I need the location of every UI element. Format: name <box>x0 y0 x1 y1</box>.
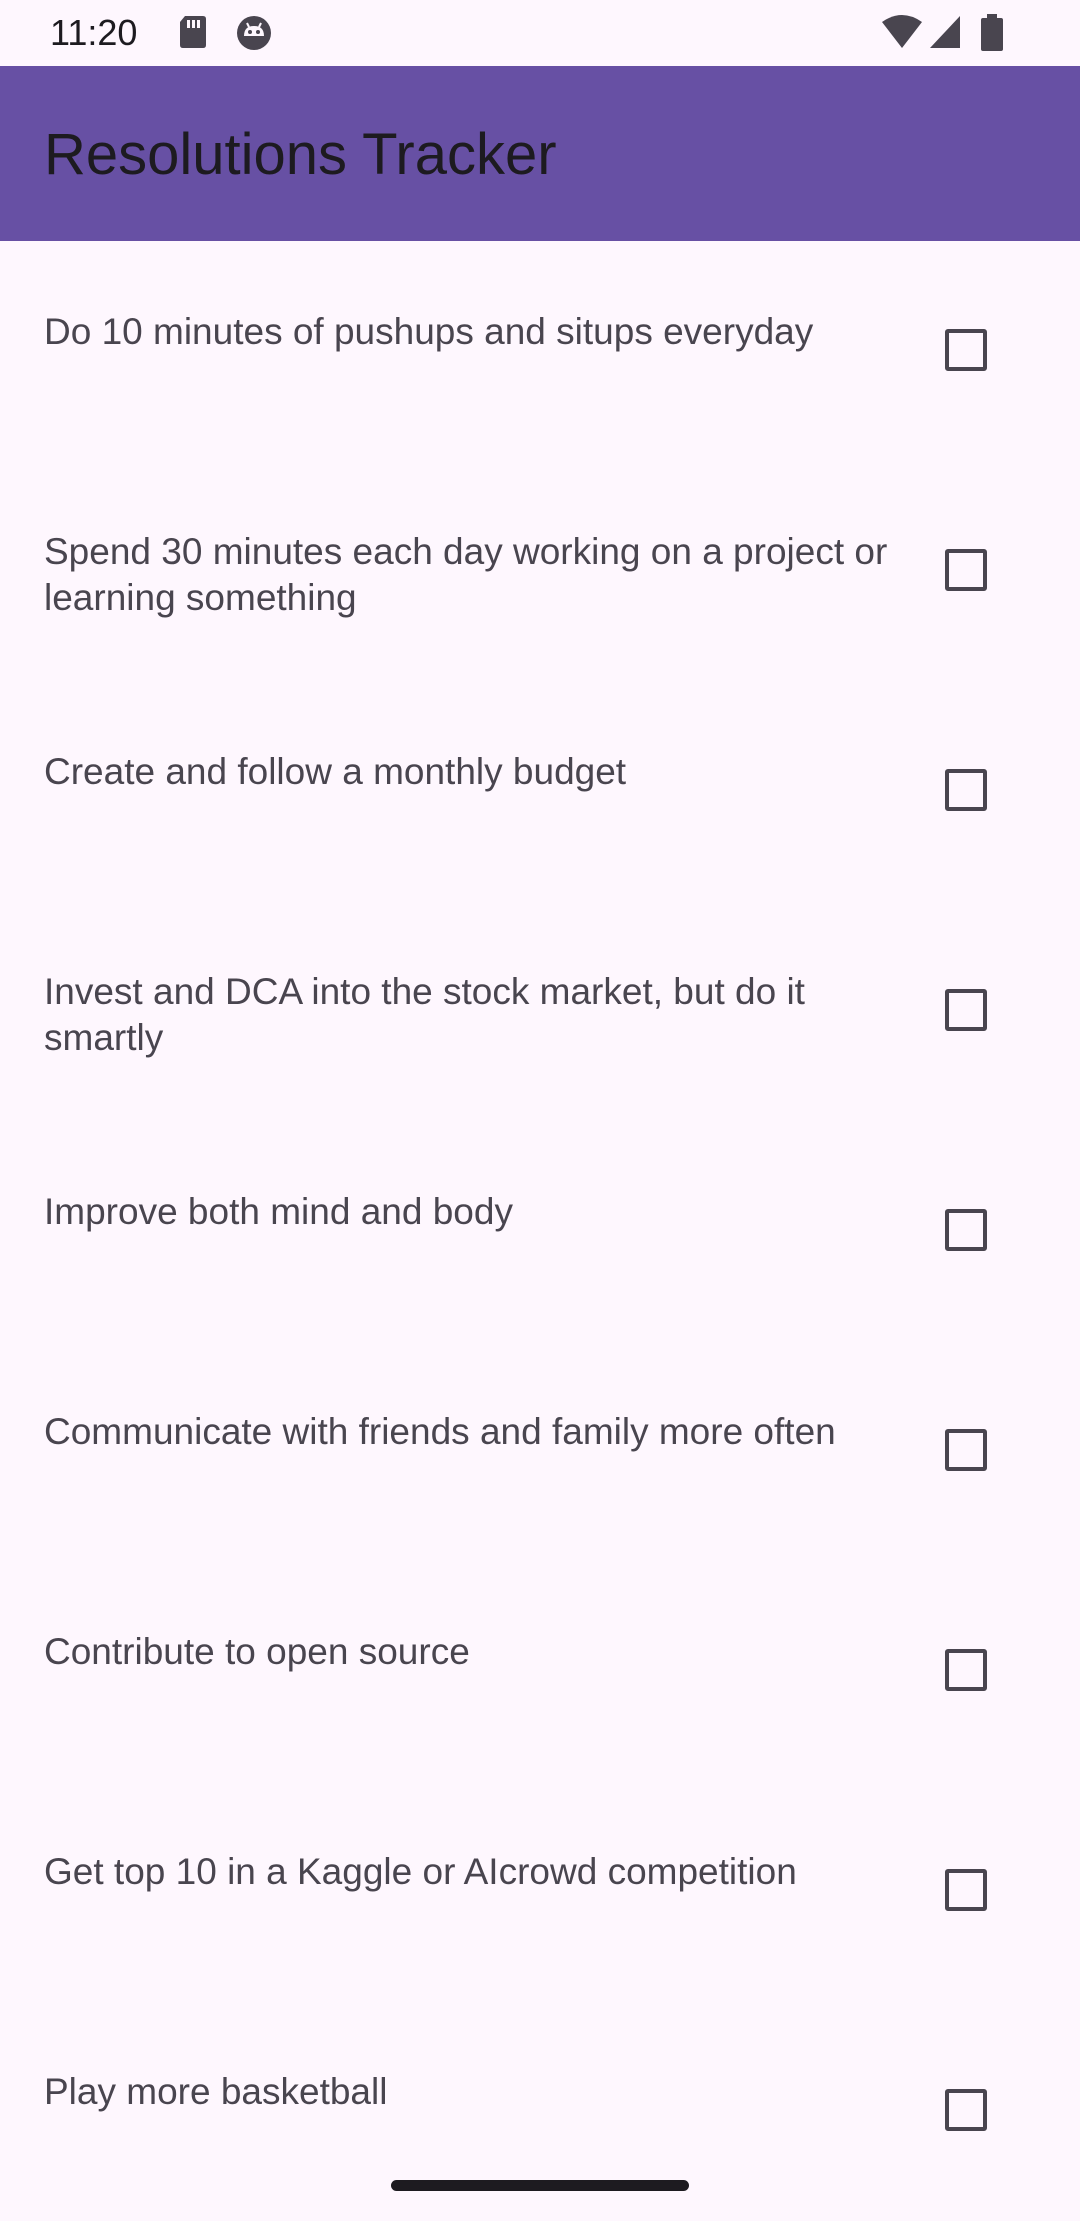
resolution-label: Invest and DCA into the stock market, bu… <box>44 971 805 1058</box>
list-item: Create and follow a monthly budget <box>0 681 1080 901</box>
list-item: Spend 30 minutes each day working on a p… <box>0 461 1080 681</box>
app-title: Resolutions Tracker <box>44 122 557 187</box>
list-item: Get top 10 in a Kaggle or AIcrowd compet… <box>0 1781 1080 2001</box>
app-bar: Resolutions Tracker <box>0 66 1080 241</box>
wifi-icon <box>880 14 924 55</box>
resolution-label: Communicate with friends and family more… <box>44 1411 836 1452</box>
resolution-label: Get top 10 in a Kaggle or AIcrowd compet… <box>44 1851 797 1892</box>
list-item: Improve both mind and body <box>0 1121 1080 1341</box>
battery-icon <box>980 14 1004 57</box>
resolution-label: Do 10 minutes of pushups and situps ever… <box>44 311 814 352</box>
home-indicator[interactable] <box>391 2180 689 2191</box>
resolution-checkbox[interactable] <box>945 549 987 591</box>
signal-icon <box>928 14 962 55</box>
status-time: 11:20 <box>50 12 138 53</box>
list-item: Do 10 minutes of pushups and situps ever… <box>0 241 1080 461</box>
list-item: Communicate with friends and family more… <box>0 1341 1080 1561</box>
resolution-checkbox[interactable] <box>945 329 987 371</box>
resolution-checkbox[interactable] <box>945 769 987 811</box>
resolution-checkbox[interactable] <box>945 1429 987 1471</box>
resolution-label: Contribute to open source <box>44 1631 470 1672</box>
resolution-label: Create and follow a monthly budget <box>44 751 627 792</box>
resolution-label: Spend 30 minutes each day working on a p… <box>44 531 888 618</box>
list-item: Invest and DCA into the stock market, bu… <box>0 901 1080 1121</box>
android-debug-icon <box>235 14 273 57</box>
resolution-checkbox[interactable] <box>945 1209 987 1251</box>
list-item: Contribute to open source <box>0 1561 1080 1781</box>
resolution-label: Play more basketball <box>44 2071 388 2112</box>
status-bar: 11:20 <box>0 0 1080 66</box>
resolution-label: Improve both mind and body <box>44 1191 513 1232</box>
resolution-checkbox[interactable] <box>945 1869 987 1911</box>
sd-card-icon <box>177 14 209 55</box>
resolutions-list: Do 10 minutes of pushups and situps ever… <box>0 241 1080 2221</box>
resolution-checkbox[interactable] <box>945 2089 987 2131</box>
resolution-checkbox[interactable] <box>945 989 987 1031</box>
resolution-checkbox[interactable] <box>945 1649 987 1691</box>
